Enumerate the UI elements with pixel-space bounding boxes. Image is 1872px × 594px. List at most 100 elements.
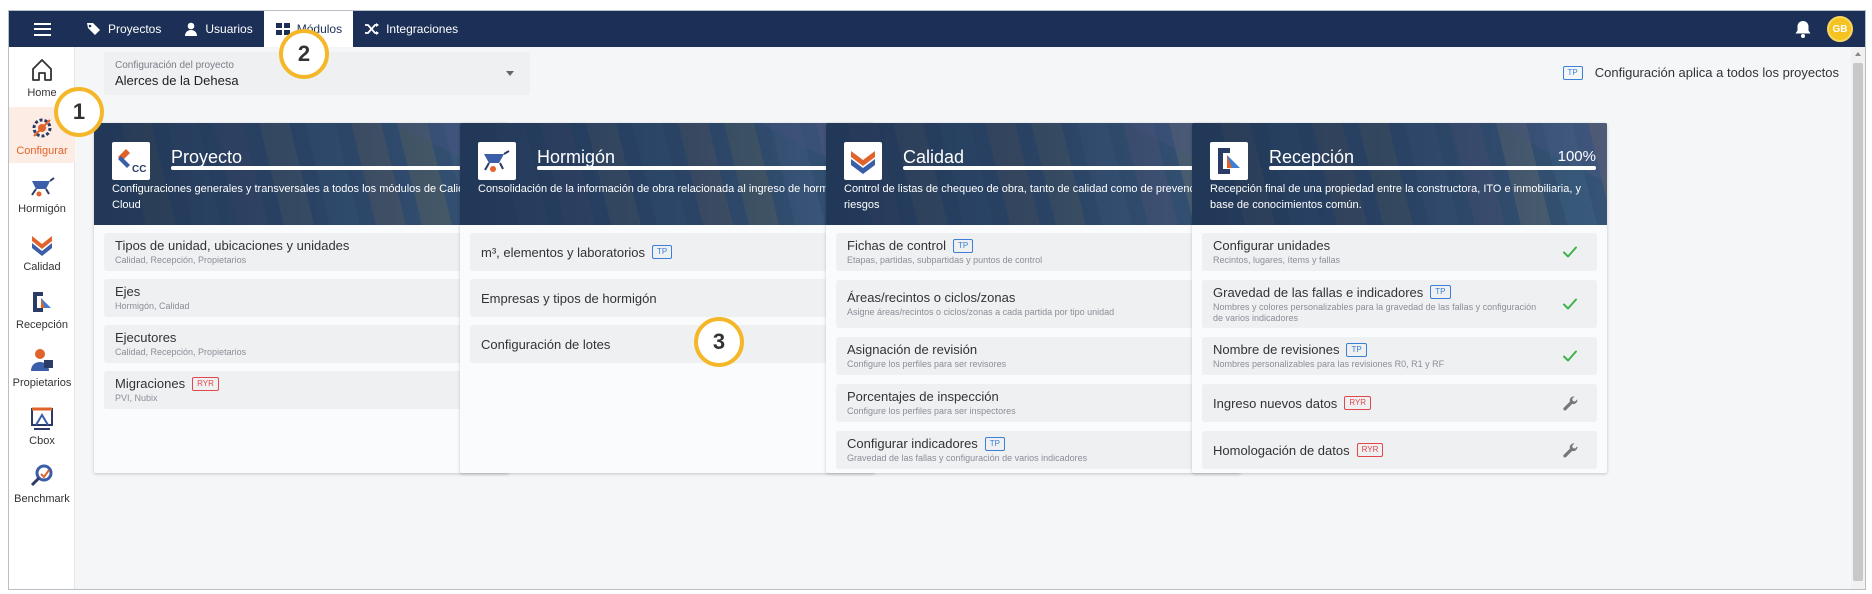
wrench-icon[interactable] <box>1561 441 1579 459</box>
config-item-name: Empresas y tipos de hormigón <box>481 290 657 306</box>
scroll-up-arrow-icon[interactable] <box>1855 52 1861 56</box>
card-title: Hormigón <box>537 147 616 167</box>
ryr-badge: RYR <box>1344 396 1372 410</box>
card-description: Control de listas de chequeo de obra, ta… <box>844 183 1225 211</box>
config-item-subtitle: Recintos, lugares, ítems y fallas <box>1213 255 1341 265</box>
config-item-name: Ingreso nuevos datos <box>1213 395 1338 411</box>
card-logo <box>1210 142 1248 180</box>
scrollbar-thumb[interactable] <box>1853 63 1863 581</box>
topnav-usuarios[interactable]: Usuarios <box>172 11 263 47</box>
card-progress-bar <box>903 166 1230 170</box>
card-header: Calidad100%Control de listas de chequeo … <box>826 123 1241 225</box>
card-progress-bar <box>537 166 864 170</box>
sidebar-item-label: Propietarios <box>12 376 72 389</box>
gear-icon <box>32 118 52 137</box>
sidebar-item-propietarios[interactable]: Propietarios <box>9 339 75 395</box>
home-icon <box>32 58 52 81</box>
sidebar-item-label: Benchmark <box>14 492 70 505</box>
topnav-proyectos[interactable]: Proyectos <box>75 11 172 47</box>
card-progress-bar <box>171 166 498 170</box>
ryr-badge: RYR <box>1356 443 1384 457</box>
config-item-name: Configurar unidades <box>1213 238 1331 253</box>
config-item[interactable]: Gravedad de las fallas e indicadores TP No… <box>1202 280 1597 328</box>
sidebar-item-label: Home <box>27 86 57 99</box>
card-title: Proyecto <box>171 147 243 167</box>
svg-text:CC: CC <box>132 164 146 175</box>
caret-down-icon <box>506 71 514 76</box>
tp-badge: TP <box>953 238 974 253</box>
sidebar-item-hormigon[interactable]: Hormigón <box>9 165 75 221</box>
config-item[interactable]: Porcentajes de inspección Configure los p… <box>836 384 1231 422</box>
check-icon <box>1563 246 1577 258</box>
card-logo: CC <box>112 142 150 180</box>
tp-legend: TP Configuración aplica a todos los proy… <box>1562 65 1839 80</box>
card-logo <box>478 142 516 180</box>
tp-badge: TP <box>652 245 673 259</box>
config-item[interactable]: Fichas de control TP Etapas, partidas, sub… <box>836 233 1231 271</box>
topnav-integraciones[interactable]: Integraciones <box>353 11 469 47</box>
config-item-name: Configuración de lotes <box>481 336 611 352</box>
config-item-name: Homologación de datos <box>1213 442 1350 458</box>
topnav-label: Proyectos <box>108 22 162 36</box>
config-item[interactable]: Asignación de revisión Configure los perf… <box>836 337 1231 375</box>
config-item[interactable]: Configurar indicadores TP Gravedad de las … <box>836 431 1231 469</box>
config-item-name: m³, elementos y laboratorios <box>481 244 646 260</box>
config-item-name: Asignación de revisión <box>847 342 978 357</box>
quality-icon <box>32 235 52 256</box>
module-card-calidad: Calidad100%Control de listas de chequeo … <box>826 123 1241 473</box>
ryr-badge: RYR <box>192 376 219 391</box>
calidad-cloud-logo-icon: CC <box>118 149 146 175</box>
config-item[interactable]: Nombre de revisiones TP Nombres personaliz… <box>1202 337 1597 375</box>
hamburger-menu-button[interactable] <box>9 11 75 47</box>
config-item[interactable]: Configuración de lotes <box>470 325 865 363</box>
card-description: Recepción final de una propiedad entre l… <box>1210 183 1581 211</box>
bell-icon[interactable] <box>1793 19 1813 39</box>
tp-badge: TP <box>1430 285 1451 299</box>
hamburger-icon <box>33 22 51 36</box>
owners-icon <box>31 348 53 371</box>
card-title: Calidad <box>903 147 965 167</box>
config-item[interactable]: Migraciones RYR PVI, Nubix <box>104 371 499 409</box>
config-item[interactable]: Tipos de unidad, ubicaciones y unidades C… <box>104 233 499 271</box>
card-header: Recepción 100% Recepción final de una prop… <box>1192 123 1607 225</box>
cbox-icon <box>31 407 53 430</box>
config-item-name: Ejes <box>115 284 141 299</box>
config-item-subtitle: Configure los perfiles para ser revisore… <box>847 359 1007 369</box>
app-window: Proyectos Usuarios Módulos Integraciones… <box>8 10 1866 590</box>
config-item-name: Migraciones <box>115 376 186 391</box>
sidebar-item-recepcion[interactable]: Recepción <box>9 281 75 337</box>
sidebar-item-cbox[interactable]: Cbox <box>9 397 75 453</box>
config-item[interactable]: Homologación de datos RYR <box>1202 431 1597 469</box>
topnav-label: Usuarios <box>205 22 253 36</box>
step-marker: 3 <box>694 317 744 367</box>
config-item[interactable]: Ingreso nuevos datos RYR <box>1202 384 1597 422</box>
module-card-proyecto: CCProyecto100%Configuraciones generales … <box>94 123 509 473</box>
config-item[interactable]: Áreas/recintos o ciclos/zonas Asigne área… <box>836 280 1231 328</box>
avatar[interactable]: GB <box>1827 16 1853 42</box>
config-item[interactable]: Configurar unidades Recintos, lugares, ít… <box>1202 233 1597 271</box>
config-item[interactable]: Empresas y tipos de hormigón <box>470 279 865 317</box>
module-card-recepcion: Recepción 100% Recepción final de una prop… <box>1192 123 1607 473</box>
config-item-name: Fichas de control <box>847 238 946 253</box>
config-item-name: Tipos de unidad, ubicaciones y unidades <box>115 238 350 253</box>
config-item[interactable]: Ejes Hormigón, Calidad <box>104 279 499 317</box>
config-item-subtitle: Configure los perfiles para ser inspecto… <box>847 406 1016 416</box>
config-item-name: Configurar indicadores <box>847 436 978 451</box>
card-title: Recepción <box>1269 147 1355 167</box>
config-item[interactable]: m³, elementos y laboratorios TP <box>470 233 865 271</box>
tp-legend-text: Configuración aplica a todos los proyect… <box>1594 65 1839 80</box>
tags-icon <box>87 23 100 35</box>
vertical-scrollbar[interactable] <box>1851 47 1865 589</box>
step-marker: 2 <box>279 29 329 79</box>
config-item[interactable]: Ejecutores Calidad, Recepción, Propietari… <box>104 325 499 363</box>
config-item-name: Ejecutores <box>115 330 177 345</box>
topnav-label: Integraciones <box>386 22 459 36</box>
sidebar-item-calidad[interactable]: Calidad <box>9 223 75 279</box>
card-progress-percent: 100% <box>1557 148 1596 165</box>
card-item-list: Configurar unidades Recintos, lugares, ít… <box>1202 233 1597 473</box>
config-item-subtitle: Etapas, partidas, subpartidas y puntos d… <box>847 255 1043 265</box>
wrench-icon[interactable] <box>1561 394 1579 412</box>
sidebar-item-benchmark[interactable]: Benchmark <box>9 455 75 511</box>
module-card-hormigon: Hormigón100%Consolidación de la informac… <box>460 123 875 473</box>
reception-icon <box>1218 148 1240 174</box>
